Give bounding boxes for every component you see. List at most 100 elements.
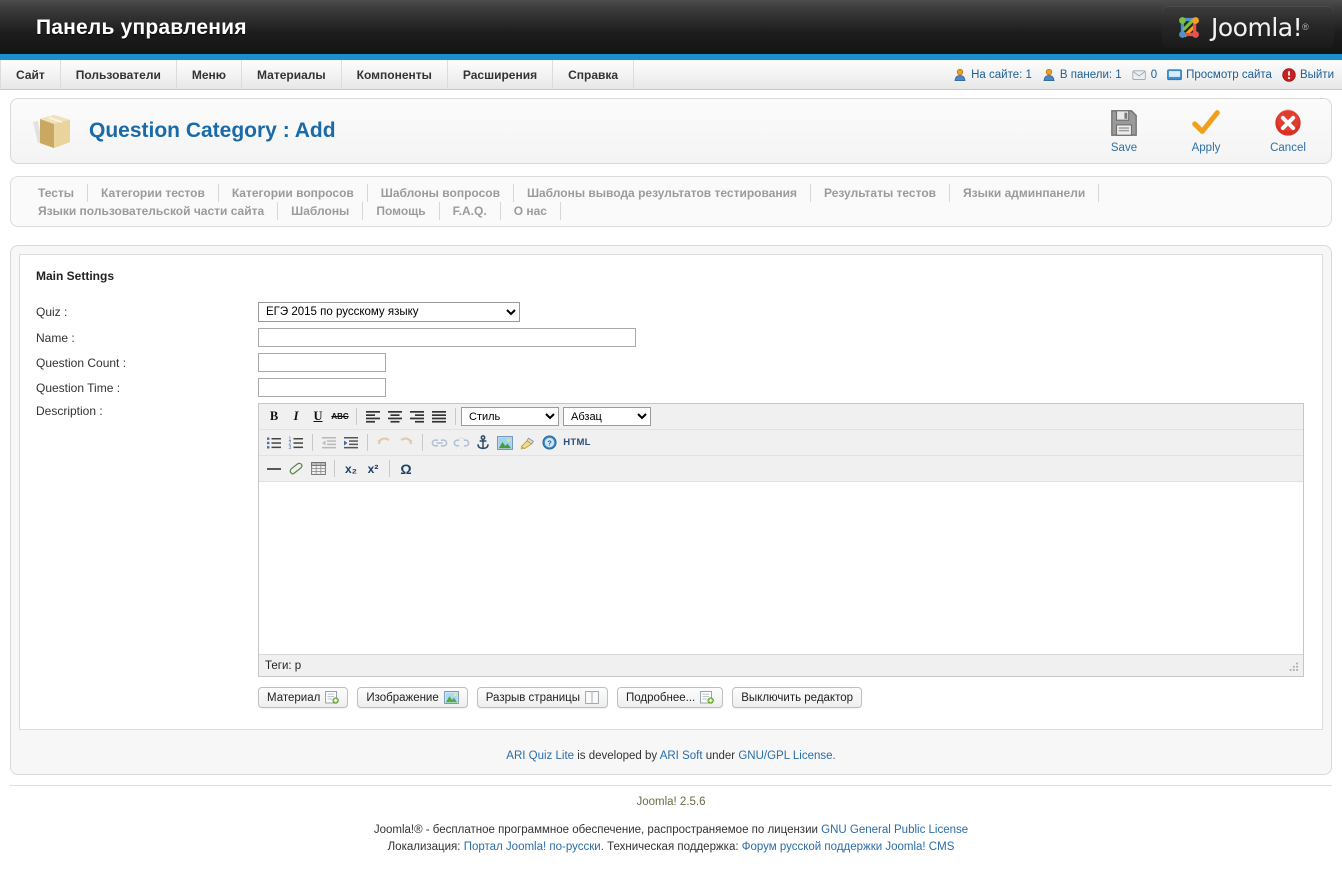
indent-button[interactable] xyxy=(340,432,362,453)
unlink-button[interactable] xyxy=(450,432,472,453)
menu-label: Расширения xyxy=(462,67,538,82)
align-justify-button[interactable] xyxy=(428,406,450,427)
subtab-admin-languages[interactable]: Языки админпанели xyxy=(950,184,1100,202)
strikethrough-button[interactable]: ABC xyxy=(329,406,351,427)
subtab-test-categories[interactable]: Категории тестов xyxy=(88,184,219,202)
align-right-button[interactable] xyxy=(406,406,428,427)
joomla-ru-portal-link[interactable]: Портал Joomla! по-русски xyxy=(464,841,601,853)
bullet-list-button[interactable] xyxy=(263,432,285,453)
visitors-status[interactable]: На сайте: 1 xyxy=(953,68,1032,82)
menu-item-site[interactable]: Сайт xyxy=(0,60,61,89)
style-select[interactable]: Стиль xyxy=(461,407,559,426)
footer-line-2: Локализация: Портал Joomla! по-русски. Т… xyxy=(10,839,1332,856)
joomla-dot-blue xyxy=(1179,31,1186,38)
floppy-disk-icon xyxy=(1111,110,1137,136)
insert-readmore-button[interactable]: Подробнее... xyxy=(617,687,724,708)
ari-soft-link[interactable]: ARI Soft xyxy=(660,750,703,762)
joomla-logo[interactable]: Joomla! ® xyxy=(1162,6,1334,48)
toggle-editor-button[interactable]: Выключить редактор xyxy=(732,687,863,708)
paragraph-select[interactable]: Абзац xyxy=(563,407,651,426)
messages-count: 0 xyxy=(1150,68,1158,81)
help-icon: ? xyxy=(541,435,557,450)
menu-item-extensions[interactable]: Расширения xyxy=(448,60,554,89)
numbered-list-button[interactable]: 123 xyxy=(285,432,307,453)
question-count-input[interactable] xyxy=(258,353,386,372)
subtab-question-categories[interactable]: Категории вопросов xyxy=(219,184,368,202)
picture-icon xyxy=(443,691,459,704)
save-button[interactable]: Save xyxy=(1095,108,1153,154)
toolbar-separator xyxy=(356,408,357,425)
menu-item-content[interactable]: Материалы xyxy=(242,60,342,89)
preview-site-link[interactable]: Просмотр сайта xyxy=(1167,69,1272,81)
gpl-license-link[interactable]: GNU General Public License xyxy=(821,824,968,836)
messages-status[interactable]: 0 xyxy=(1132,69,1157,81)
readmore-icon xyxy=(700,691,715,704)
toolbar-separator xyxy=(334,460,335,477)
toolbar-separator xyxy=(312,434,313,451)
menu-label: Меню xyxy=(191,67,227,82)
component-footer: ARI Quiz Lite is developed by ARI Soft u… xyxy=(19,742,1323,766)
menu-item-users[interactable]: Пользователи xyxy=(61,60,177,89)
html-source-button[interactable]: HTML xyxy=(560,432,594,453)
insert-image-label: Изображение xyxy=(366,691,439,704)
name-label: Name : xyxy=(36,330,75,345)
editor-content-area[interactable] xyxy=(259,482,1303,654)
subtab-faq[interactable]: F.A.Q. xyxy=(440,202,501,220)
table-button[interactable] xyxy=(307,458,329,479)
remove-format-button[interactable] xyxy=(285,458,307,479)
menu-item-menus[interactable]: Меню xyxy=(177,60,243,89)
image-button[interactable] xyxy=(494,432,516,453)
insert-image-button[interactable]: Изображение xyxy=(357,687,468,708)
subscript-button[interactable]: x₂ xyxy=(340,458,362,479)
insert-readmore-label: Подробнее... xyxy=(626,691,696,704)
align-center-button[interactable] xyxy=(384,406,406,427)
quiz-select[interactable]: ЕГЭ 2015 по русскому языку xyxy=(258,302,520,322)
anchor-button[interactable] xyxy=(472,432,494,453)
subtab-about[interactable]: О нас xyxy=(501,202,561,220)
apply-button[interactable]: Apply xyxy=(1177,108,1235,154)
admins-status[interactable]: В панели: 1 xyxy=(1042,68,1122,82)
ari-quiz-link[interactable]: ARI Quiz Lite xyxy=(506,750,574,762)
main-menu: Сайт Пользователи Меню Материалы Компоне… xyxy=(0,60,635,89)
unlink-icon xyxy=(453,436,469,449)
logout-icon xyxy=(1282,67,1296,82)
subtab-templates[interactable]: Шаблоны xyxy=(278,202,364,220)
editor-toolbar-row-1: B I U ABC Стиль Абзац xyxy=(259,404,1303,430)
form-row-quiz: Quiz : ЕГЭ 2015 по русскому языку xyxy=(36,299,1304,325)
horizontal-rule-button[interactable] xyxy=(263,458,285,479)
undo-button[interactable] xyxy=(373,432,395,453)
subtab-help[interactable]: Помощь xyxy=(363,202,440,220)
subtab-question-templates[interactable]: Шаблоны вопросов xyxy=(368,184,514,202)
footer-text-2: under xyxy=(702,750,739,762)
subtab-frontend-languages[interactable]: Языки пользовательской части сайта xyxy=(25,202,279,220)
joomla-ru-forum-link[interactable]: Форум русской поддержки Joomla! CMS xyxy=(742,841,955,853)
apply-label: Apply xyxy=(1191,142,1221,154)
logout-link[interactable]: Выйти xyxy=(1282,67,1334,82)
menu-item-components[interactable]: Компоненты xyxy=(342,60,448,89)
italic-button[interactable]: I xyxy=(285,406,307,427)
footer-line2-text-1: Локализация: xyxy=(387,841,464,853)
subtab-test-results[interactable]: Результаты тестов xyxy=(811,184,951,202)
underline-button[interactable]: U xyxy=(307,406,329,427)
superscript-button[interactable]: x² xyxy=(362,458,384,479)
link-button[interactable] xyxy=(428,432,450,453)
subtab-tests[interactable]: Тесты xyxy=(25,184,89,202)
name-input[interactable] xyxy=(258,328,636,347)
menu-item-help[interactable]: Справка xyxy=(553,60,635,89)
align-left-button[interactable] xyxy=(362,406,384,427)
cancel-button[interactable]: Cancel xyxy=(1259,108,1317,154)
subtab-result-templates[interactable]: Шаблоны вывода результатов тестирования xyxy=(514,184,812,202)
help-button[interactable]: ? xyxy=(538,432,560,453)
insert-pagebreak-button[interactable]: Разрыв страницы xyxy=(476,687,608,708)
license-link[interactable]: GNU/GPL License. xyxy=(738,750,835,762)
outdent-button[interactable] xyxy=(318,432,340,453)
redo-button[interactable] xyxy=(395,432,417,453)
bold-button[interactable]: B xyxy=(263,406,285,427)
charmap-button[interactable]: Ω xyxy=(395,458,417,479)
description-label: Description : xyxy=(36,404,103,418)
cleanup-button[interactable] xyxy=(516,432,538,453)
question-time-input[interactable] xyxy=(258,378,386,397)
insert-article-button[interactable]: Материал xyxy=(258,687,349,708)
resize-grip-icon[interactable] xyxy=(1287,661,1300,674)
form-legend: Main Settings xyxy=(36,269,115,283)
